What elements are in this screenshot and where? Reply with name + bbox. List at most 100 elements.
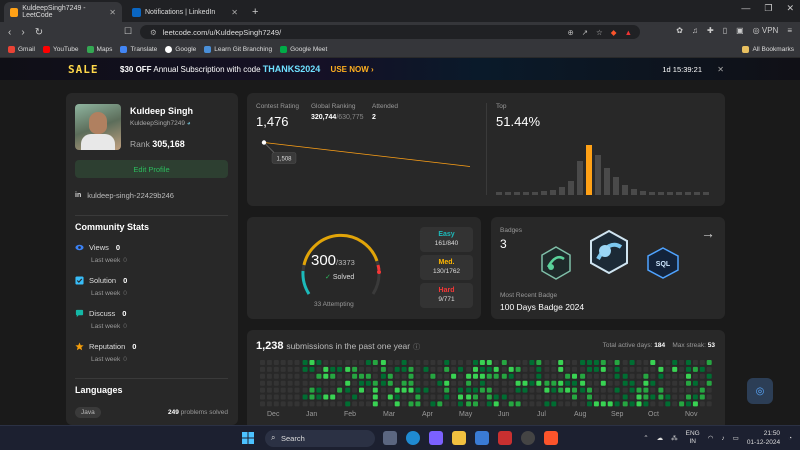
mcafee-icon[interactable] xyxy=(498,431,512,445)
sidebar-icon[interactable]: ▯ xyxy=(723,26,727,35)
difficulty-easy[interactable]: Easy 161/840 xyxy=(420,227,473,252)
task-view-icon[interactable] xyxy=(383,431,397,445)
site-info-icon[interactable]: ⚙ xyxy=(150,28,157,37)
battery-icon[interactable]: ▭ xyxy=(733,434,739,442)
heatmap-cell xyxy=(458,360,463,365)
volume-icon[interactable]: ♪ xyxy=(721,435,724,442)
share-icon[interactable]: ↗ xyxy=(582,28,588,37)
brave-shield-icon[interactable]: ◆ xyxy=(611,28,617,37)
bookmark-gmail[interactable]: Gmail xyxy=(8,46,35,53)
heatmap-cell xyxy=(330,380,336,386)
heatmap-cell xyxy=(466,387,472,393)
bookmark-icon[interactable]: ☆ xyxy=(596,28,603,37)
reload-icon[interactable]: ↻ xyxy=(35,27,43,38)
windows-start-icon[interactable] xyxy=(242,432,254,444)
store-icon[interactable] xyxy=(475,431,489,445)
vpn-button[interactable]: ◎ VPN xyxy=(753,26,779,35)
notification-icon[interactable]: ◔ xyxy=(788,435,792,442)
apps-icon[interactable]: ⁂ xyxy=(671,434,678,442)
heatmap-cell xyxy=(466,380,472,386)
chat-assistant-button[interactable]: ◎ xyxy=(747,378,773,404)
badges-count: 3 xyxy=(500,237,507,251)
heatmap-cell xyxy=(408,401,414,407)
bookmark-google[interactable]: Google xyxy=(165,46,196,53)
heatmap-cell xyxy=(352,387,358,393)
chevron-up-icon[interactable]: ⌃ xyxy=(643,434,648,442)
heatmap-cell xyxy=(672,366,678,372)
menu-icon[interactable]: ≡ xyxy=(787,26,792,35)
heatmap-cell xyxy=(493,380,499,386)
heatmap-cell xyxy=(408,373,414,379)
back-icon[interactable]: ‹ xyxy=(8,27,11,38)
url-bar[interactable]: ⚙ leetcode.com/u/KuldeepSingh7249/ ⊕ ↗ ☆… xyxy=(140,25,640,39)
star-icon xyxy=(75,342,84,351)
clock[interactable]: 21:50 01-12-2024 xyxy=(747,429,780,447)
heatmap-cell xyxy=(387,380,393,386)
bookmark-label: Google xyxy=(175,46,197,53)
difficulty-medium[interactable]: Med. 130/1762 xyxy=(420,255,473,280)
tab-linkedin[interactable]: Notifications | LinkedIn ✕ xyxy=(126,2,244,22)
cloud-icon[interactable]: ☁ xyxy=(657,434,664,442)
language-tag[interactable]: Java xyxy=(75,407,101,418)
heatmap-cell xyxy=(394,373,400,379)
taskbar-search[interactable]: ⌕ Search xyxy=(265,430,375,447)
top-histogram[interactable] xyxy=(496,143,714,197)
lang-top: ENG xyxy=(685,430,700,437)
arrow-right-icon[interactable]: → xyxy=(701,225,715,241)
stat-solution: Solution 0 xyxy=(75,276,127,285)
max-streak-value: 53 xyxy=(707,342,715,349)
badge-sql-icon[interactable]: SQL xyxy=(645,246,681,280)
bookmark-translate[interactable]: Translate xyxy=(120,46,157,53)
badge-100-days-icon[interactable] xyxy=(587,229,631,275)
edge-icon[interactable] xyxy=(406,431,420,445)
sale-banner[interactable]: SALE $30 OFF Annual Subscription with co… xyxy=(0,58,800,80)
bookmark-meet[interactable]: Google Meet xyxy=(280,46,327,53)
extensions-icon[interactable]: ✿ xyxy=(676,26,683,35)
bookmark-git[interactable]: Learn Git Branching xyxy=(204,46,272,53)
histogram-bar xyxy=(649,192,655,195)
heatmap-cell xyxy=(387,387,393,393)
file-explorer-icon[interactable] xyxy=(452,431,466,445)
forward-icon[interactable]: › xyxy=(21,27,24,38)
bookmark-maps[interactable]: Maps xyxy=(86,46,112,53)
brave-rewards-icon[interactable]: ▲ xyxy=(625,28,632,37)
new-tab-button[interactable]: + xyxy=(252,6,258,18)
language-indicator[interactable]: ENG IN xyxy=(686,430,700,446)
puzzle-icon[interactable]: ✚ xyxy=(707,26,714,35)
edit-profile-button[interactable]: Edit Profile xyxy=(75,160,228,178)
heatmap-cell xyxy=(408,380,414,386)
wallet-icon[interactable]: ▣ xyxy=(736,26,744,35)
solved-card: 300/3373 ✓ Solved 33 Attempting Easy 161/… xyxy=(247,217,481,319)
submission-heatmap[interactable] xyxy=(260,360,712,410)
close-window-icon[interactable]: ✕ xyxy=(786,3,794,14)
minimize-icon[interactable]: — xyxy=(741,3,750,14)
teams-icon[interactable] xyxy=(429,431,443,445)
maximize-icon[interactable]: ❐ xyxy=(764,3,772,14)
zoom-icon[interactable]: ⊕ xyxy=(567,28,573,37)
badge-50-days-icon[interactable] xyxy=(539,245,573,281)
browser-tab-bar: KuldeepSingh7249 - LeetCode ✕ Notificati… xyxy=(0,0,800,22)
heatmap-cell xyxy=(529,366,535,372)
close-banner-icon[interactable]: ✕ xyxy=(717,65,724,74)
close-tab-icon[interactable]: ✕ xyxy=(231,8,238,17)
brave-icon[interactable] xyxy=(544,431,558,445)
close-tab-icon[interactable]: ✕ xyxy=(109,8,116,17)
tab-leetcode[interactable]: KuldeepSingh7249 - LeetCode ✕ xyxy=(4,2,122,22)
media-icon[interactable]: ♫ xyxy=(692,26,698,35)
heatmap-cell xyxy=(665,394,671,400)
heatmap-cell xyxy=(706,394,712,400)
linkedin-link[interactable]: in kuldeep-singh-22429b246 xyxy=(75,191,174,200)
all-bookmarks[interactable]: All Bookmarks xyxy=(742,46,794,53)
divider xyxy=(75,215,228,216)
rating-chart[interactable]: 1,508 xyxy=(256,135,476,193)
heatmap-cell xyxy=(679,360,685,365)
app-icon[interactable] xyxy=(521,431,535,445)
wifi-icon[interactable]: ◠ xyxy=(708,434,714,442)
info-icon[interactable]: ⓘ xyxy=(413,344,420,351)
bookmark-youtube[interactable]: YouTube xyxy=(42,46,79,53)
bookmark-star-icon[interactable]: ☐ xyxy=(124,26,132,37)
heatmap-cell xyxy=(699,360,705,365)
difficulty-hard[interactable]: Hard 9/771 xyxy=(420,283,473,308)
use-now-link[interactable]: USE NOW › xyxy=(331,65,374,74)
ring-dot xyxy=(377,270,381,274)
